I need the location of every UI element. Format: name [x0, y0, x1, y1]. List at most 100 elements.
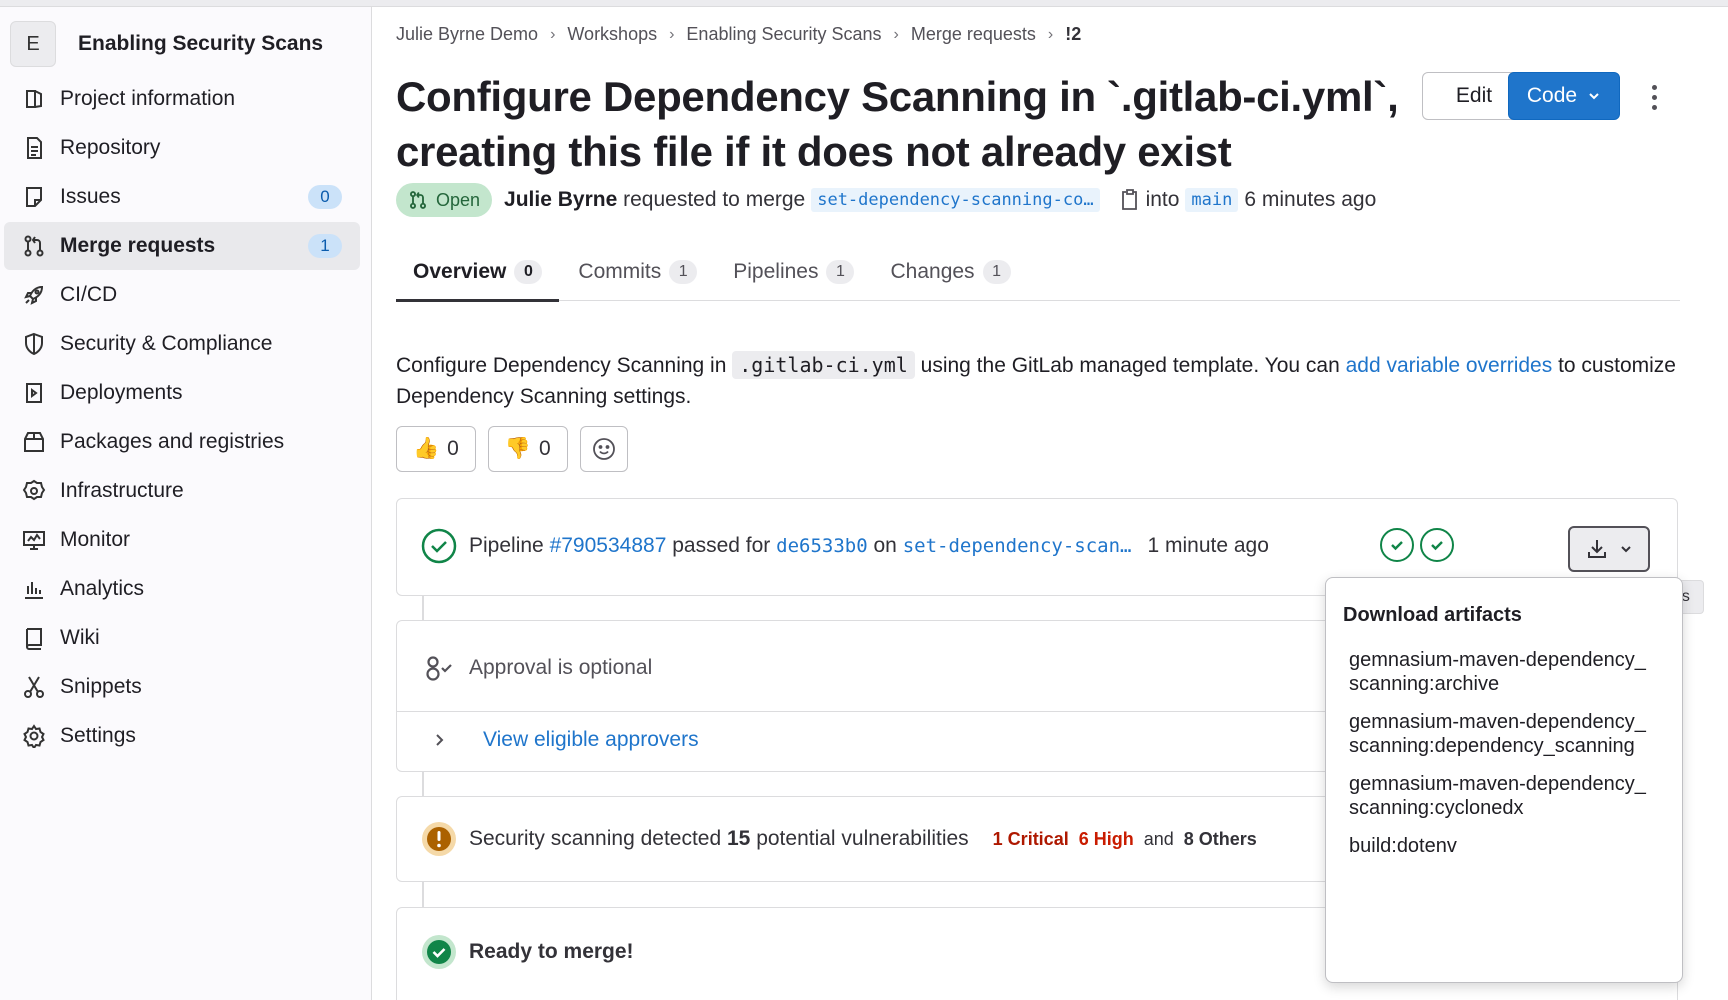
mr-time: 6 minutes ago: [1244, 188, 1377, 211]
sidebar-item-wiki[interactable]: Wiki: [4, 614, 360, 662]
merge-requests-count-badge: 1: [308, 234, 342, 258]
add-variable-overrides-link[interactable]: add variable overrides: [1346, 354, 1553, 377]
sidebar-nav: Project information Repository Issues 0 …: [4, 75, 360, 761]
more-actions-icon[interactable]: [1644, 77, 1664, 117]
tab-count: 1: [669, 260, 698, 284]
tab-changes[interactable]: Changes 1: [873, 243, 1027, 301]
commit-sha-link[interactable]: de6533b0: [776, 535, 868, 557]
tab-commits[interactable]: Commits 1: [561, 243, 714, 301]
sidebar-item-analytics[interactable]: Analytics: [4, 565, 360, 613]
tab-overview[interactable]: Overview 0: [396, 243, 560, 302]
sidebar-item-deployments[interactable]: Deployments: [4, 369, 360, 417]
security-row: Security scanning detected 15 potential …: [421, 821, 1257, 857]
thumbsdown-button[interactable]: 👎 0: [487, 426, 568, 472]
artifact-item[interactable]: gemnasium-maven-dependency_scanning:depe…: [1326, 710, 1682, 758]
sidebar-item-monitor[interactable]: Monitor: [4, 516, 360, 564]
pipeline-on-text: on: [873, 534, 897, 557]
sidebar-item-packages-registries[interactable]: Packages and registries: [4, 418, 360, 466]
tab-label: Changes: [890, 260, 975, 283]
pipeline-stages: [1380, 528, 1454, 562]
artifacts-dropdown: Download artifacts gemnasium-maven-depen…: [1325, 577, 1683, 983]
sidebar-item-label: Issues: [60, 185, 121, 208]
author-name[interactable]: Julie Byrne: [504, 188, 617, 212]
sidebar-item-label: Settings: [60, 724, 136, 747]
top-bar: [0, 0, 1728, 7]
sidebar-item-settings[interactable]: Settings: [4, 712, 360, 760]
widget-connector: [422, 772, 424, 796]
view-approvers-link[interactable]: View eligible approvers: [483, 728, 699, 752]
approval-row: Approval is optional: [421, 650, 652, 686]
requested-text: requested to merge: [623, 188, 806, 211]
issues-count-badge: 0: [308, 185, 342, 209]
sidebar-item-label: Infrastructure: [60, 479, 184, 502]
project-name[interactable]: Enabling Security Scans: [78, 32, 323, 56]
cloud-gear-icon: [20, 477, 48, 505]
artifact-item[interactable]: gemnasium-maven-dependency_scanning:cycl…: [1326, 772, 1682, 820]
merge-request-icon: [20, 232, 48, 260]
main-content: Julie Byrne Demo › Workshops › Enabling Se…: [396, 7, 1704, 1000]
rocket-icon: [20, 281, 48, 309]
source-branch[interactable]: set-dependency-scanning-co…: [811, 188, 1100, 212]
breadcrumb-item[interactable]: Merge requests: [911, 24, 1036, 45]
tab-pipelines[interactable]: Pipelines 1: [716, 243, 871, 301]
pipeline-time: 1 minute ago: [1147, 534, 1269, 557]
project-avatar: E: [10, 21, 56, 67]
book-icon: [20, 624, 48, 652]
copy-icon[interactable]: [1120, 189, 1140, 211]
sidebar-item-repository[interactable]: Repository: [4, 124, 360, 172]
others-count: 8 Others: [1183, 828, 1257, 849]
tab-label: Pipelines: [733, 260, 819, 283]
doc-icon: [20, 134, 48, 162]
sidebar-item-security-compliance[interactable]: Security & Compliance: [4, 320, 360, 368]
project-header[interactable]: E Enabling Security Scans: [10, 20, 323, 68]
thumbsdown-icon: 👎: [504, 437, 531, 460]
stage-success-icon[interactable]: [1420, 528, 1454, 562]
deployments-icon: [20, 379, 48, 407]
status-success-icon: [421, 528, 457, 564]
chevron-down-icon: [1589, 93, 1599, 100]
pipeline-row: Pipeline #790534887 passed for de6533b0 …: [421, 528, 1269, 564]
sidebar-item-label: Analytics: [60, 577, 145, 600]
approval-text: Approval is optional: [469, 656, 653, 679]
artifact-item[interactable]: gemnasium-maven-dependency_scanning:arch…: [1326, 648, 1682, 696]
sidebar-item-label: CI/CD: [60, 283, 118, 306]
mr-tabs: Overview 0 Commits 1 Pipelines 1 Changes 1: [396, 243, 1680, 302]
tab-label: Commits: [578, 260, 662, 283]
issues-icon: [20, 183, 48, 211]
security-suffix: potential vulnerabilities: [756, 827, 969, 850]
status-label: Open: [436, 189, 481, 210]
breadcrumb-item[interactable]: Workshops: [567, 24, 657, 45]
tab-label: Overview: [413, 260, 507, 283]
vuln-count: 15: [727, 827, 751, 850]
artifacts-button[interactable]: [1568, 526, 1650, 572]
pipeline-id-link[interactable]: #790534887: [550, 534, 667, 558]
sidebar-item-label: Wiki: [60, 626, 100, 649]
sidebar-item-issues[interactable]: Issues 0: [4, 173, 360, 221]
add-reaction-button[interactable]: [579, 426, 628, 472]
sidebar-item-infrastructure[interactable]: Infrastructure: [4, 467, 360, 515]
sidebar-item-snippets[interactable]: Snippets: [4, 663, 360, 711]
pipeline-branch-link[interactable]: set-dependency-scan…: [903, 535, 1132, 557]
sidebar-item-label: Snippets: [60, 675, 142, 698]
breadcrumb-item[interactable]: Enabling Security Scans: [686, 24, 881, 45]
breadcrumb-current[interactable]: !2: [1065, 24, 1081, 45]
thumbsup-button[interactable]: 👍 0: [396, 426, 476, 472]
sidebar-item-cicd[interactable]: CI/CD: [4, 271, 360, 319]
page-title: Configure Dependency Scanning in `.gitla…: [396, 73, 1399, 175]
chevron-right-icon[interactable]: [421, 733, 457, 747]
tab-count: 0: [514, 260, 543, 284]
sidebar-item-project-information[interactable]: Project information: [4, 75, 360, 123]
warning-icon: [421, 821, 457, 857]
status-success-icon: [421, 934, 457, 970]
widget-connector: [422, 596, 424, 620]
approvers-row[interactable]: View eligible approvers: [421, 728, 699, 752]
into-text: into: [1145, 188, 1180, 211]
artifact-item[interactable]: build:dotenv: [1326, 834, 1682, 858]
breadcrumb-item[interactable]: Julie Byrne Demo: [396, 24, 538, 45]
stage-success-icon[interactable]: [1380, 528, 1414, 562]
scissors-icon: [20, 673, 48, 701]
target-branch[interactable]: main: [1185, 188, 1239, 212]
high-count: 6 High: [1078, 828, 1134, 849]
sidebar-item-merge-requests[interactable]: Merge requests 1: [4, 222, 360, 270]
code-button[interactable]: Code: [1508, 72, 1620, 120]
